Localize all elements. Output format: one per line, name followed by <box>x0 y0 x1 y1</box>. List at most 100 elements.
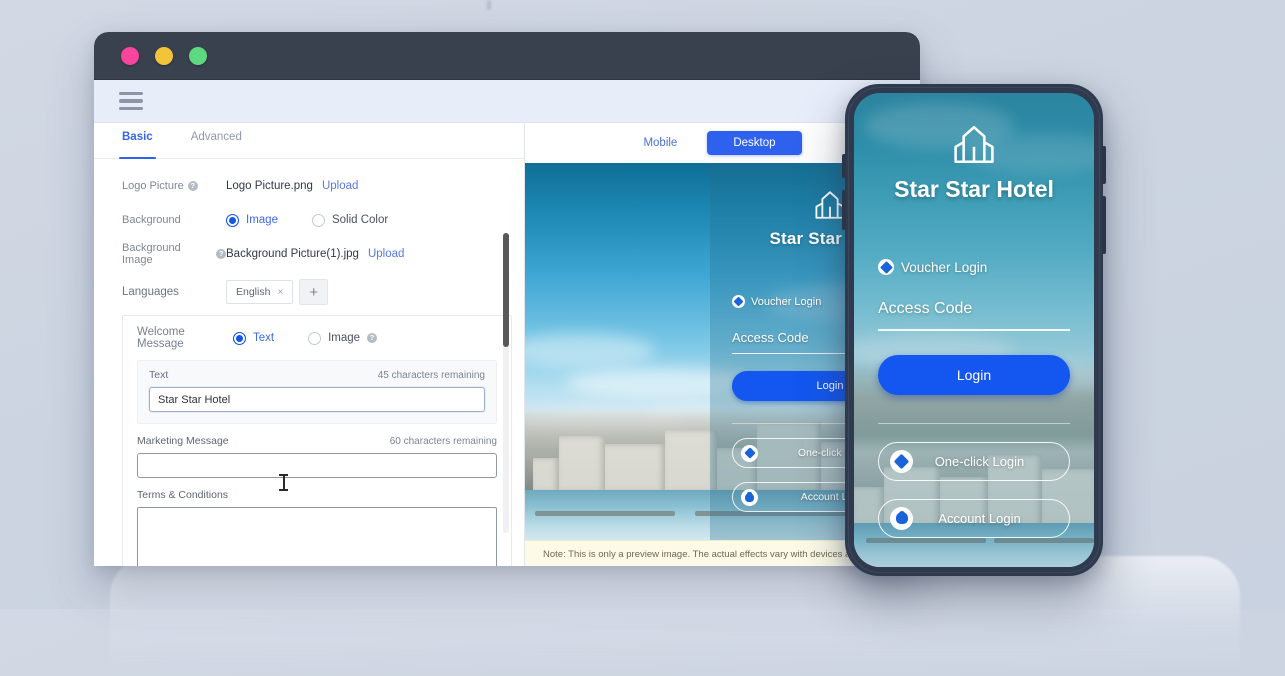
welcome-text-counter: 45 characters remaining <box>377 370 485 381</box>
logo-picture-label-text: Logo Picture <box>122 180 184 192</box>
terms-label: Terms & Conditions <box>137 489 229 501</box>
close-window-button[interactable] <box>121 47 139 65</box>
voucher-icon <box>741 444 758 462</box>
help-icon[interactable]: ? <box>367 333 378 343</box>
browser-window: Basic Advanced Logo Picture ? Logo Pictu… <box>94 32 920 566</box>
person-icon <box>890 506 913 530</box>
phone-one-click-login-button[interactable]: One-click Login <box>878 441 1070 481</box>
voucher-login-label: Voucher Login <box>751 295 822 308</box>
voucher-icon <box>732 295 745 308</box>
welcome-message-radio-group: Text Image ? <box>233 331 378 345</box>
radio-label: Image <box>328 332 361 344</box>
building <box>559 436 605 492</box>
phone-voucher-login-row[interactable]: Voucher Login <box>878 259 1070 275</box>
row-languages: Languages English × + <box>94 271 524 309</box>
welcome-text-head: Text 45 characters remaining <box>149 369 485 381</box>
marketing-message-head: Marketing Message 60 characters remainin… <box>137 435 497 447</box>
welcome-message-label: Welcome Message <box>137 326 185 350</box>
window-titlebar <box>94 32 920 80</box>
settings-tabs: Basic Advanced <box>94 123 524 159</box>
background-image-label: Background Image ? <box>122 242 226 266</box>
phone-one-click-login-label: One-click Login <box>934 453 1025 469</box>
background-radio-group: Image Solid Color <box>226 213 389 227</box>
building <box>605 444 665 492</box>
marketing-message-field: Marketing Message 60 characters remainin… <box>137 435 497 478</box>
terms-field: Terms & Conditions <box>137 489 497 566</box>
phone-side-button[interactable] <box>1102 146 1106 184</box>
phone-voucher-login-label: Voucher Login <box>901 259 988 275</box>
minimize-window-button[interactable] <box>155 47 173 65</box>
phone-login-button[interactable]: Login <box>878 354 1070 395</box>
background-image-label-text: Background Image <box>122 242 181 266</box>
marketing-message-counter: 60 characters remaining <box>389 436 497 447</box>
voucher-icon <box>890 449 913 473</box>
radio-label: Text <box>253 332 275 344</box>
person-icon <box>741 488 758 506</box>
phone-portal-content: Star Star Hotel Voucher Login Access Cod… <box>854 93 1094 567</box>
phone-screen: Star Star Hotel Voucher Login Access Cod… <box>854 93 1094 567</box>
background-label-text: Background <box>122 214 181 226</box>
radio-welcome-image[interactable]: Image ? <box>308 331 378 345</box>
radio-welcome-text[interactable]: Text <box>233 331 275 345</box>
welcome-text-label: Text <box>149 369 169 381</box>
radio-bullet <box>308 331 322 345</box>
maximize-window-button[interactable] <box>189 47 207 65</box>
top-artifact <box>487 0 491 10</box>
phone-mockup: Star Star Hotel Voucher Login Access Cod… <box>842 84 1106 576</box>
voucher-icon <box>878 259 894 275</box>
radio-label: Solid Color <box>331 214 389 226</box>
phone-side-button[interactable] <box>842 154 846 178</box>
building <box>533 458 559 492</box>
phone-account-login-label: Account Login <box>938 510 1021 526</box>
add-language-button[interactable]: + <box>299 279 329 305</box>
hamburger-menu-icon[interactable] <box>119 91 143 111</box>
phone-access-code-label: Access Code <box>878 300 973 317</box>
phone-alt-login-divider <box>878 422 1070 424</box>
settings-panel: Basic Advanced Logo Picture ? Logo Pictu… <box>94 123 525 566</box>
welcome-message-card: Welcome Message Text Image ? Text 45 cha… <box>122 315 512 566</box>
row-background: Background Image Solid Color <box>94 203 524 237</box>
close-icon[interactable]: × <box>277 287 283 298</box>
radio-bullet <box>233 331 246 345</box>
radio-bullet <box>226 213 239 227</box>
radio-bullet <box>311 213 325 227</box>
settings-scrollbar[interactable] <box>503 233 509 533</box>
row-logo-picture: Logo Picture ? Logo Picture.png Upload <box>94 169 524 203</box>
phone-access-code-input[interactable] <box>878 329 1070 331</box>
pier <box>535 511 675 516</box>
logo-picture-label: Logo Picture ? <box>122 180 226 192</box>
terms-textarea[interactable] <box>137 507 497 566</box>
tab-mobile[interactable]: Mobile <box>643 137 677 149</box>
hotel-logo-icon <box>954 125 994 164</box>
radio-background-solid-color[interactable]: Solid Color <box>311 213 389 227</box>
logo-picture-filename: Logo Picture.png <box>226 180 313 192</box>
workspace: Basic Advanced Logo Picture ? Logo Pictu… <box>94 123 920 566</box>
language-chip-label: English <box>236 286 271 298</box>
settings-form: Logo Picture ? Logo Picture.png Upload B… <box>94 159 524 566</box>
language-chip-english[interactable]: English × <box>226 280 294 304</box>
welcome-message-row: Welcome Message Text Image ? <box>137 326 497 350</box>
cloud-decoration <box>525 333 655 367</box>
marketing-message-input[interactable] <box>137 453 497 478</box>
phone-brand-name: Star Star Hotel <box>894 176 1054 202</box>
background-label: Background <box>122 214 226 226</box>
radio-label: Image <box>246 214 278 226</box>
radio-background-image[interactable]: Image <box>226 213 278 227</box>
help-icon[interactable]: ? <box>216 249 226 259</box>
help-icon[interactable]: ? <box>187 181 198 191</box>
welcome-text-subcard: Text 45 characters remaining <box>137 360 497 424</box>
phone-side-button[interactable] <box>842 190 846 230</box>
logo-picture-upload-link[interactable]: Upload <box>322 180 358 192</box>
marketing-message-label: Marketing Message <box>137 435 229 447</box>
tab-basic[interactable]: Basic <box>119 131 156 159</box>
scrollbar-thumb[interactable] <box>503 233 509 347</box>
phone-account-login-button[interactable]: Account Login <box>878 498 1070 538</box>
tab-desktop[interactable]: Desktop <box>707 131 802 155</box>
row-background-image: Background Image ? Background Picture(1)… <box>94 237 524 271</box>
tab-advanced[interactable]: Advanced <box>191 131 242 158</box>
welcome-text-input[interactable] <box>149 387 485 412</box>
background-image-upload-link[interactable]: Upload <box>368 248 404 260</box>
app-toolbar <box>94 80 920 123</box>
languages-label: Languages <box>122 286 179 298</box>
phone-side-button[interactable] <box>1102 196 1106 254</box>
